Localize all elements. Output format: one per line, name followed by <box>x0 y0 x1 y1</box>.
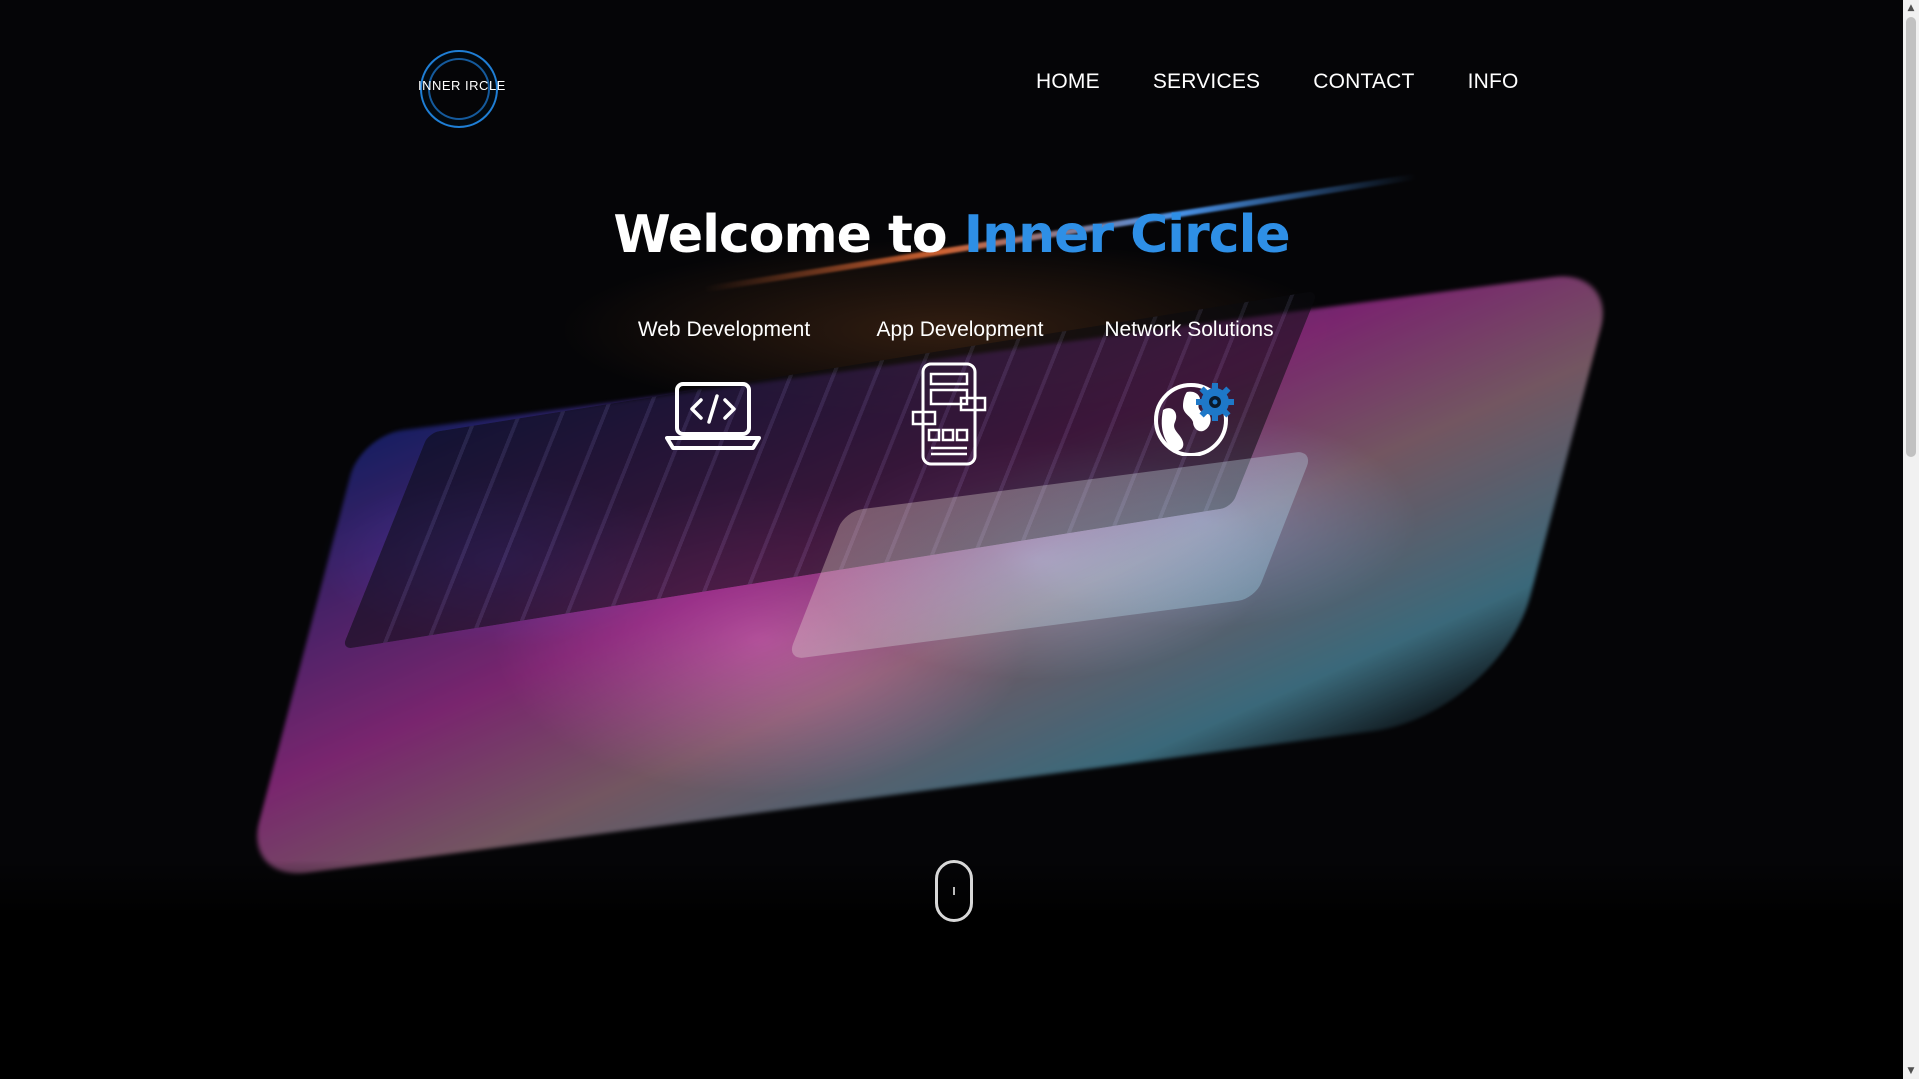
logo-text: INNER IRCLE <box>418 78 506 93</box>
scroll-down-arrow-icon[interactable]: ▼ <box>1903 1063 1919 1079</box>
scroll-down-mouse-icon[interactable] <box>935 860 973 922</box>
nav-home[interactable]: HOME <box>1036 70 1100 94</box>
service-web-development[interactable]: Web Development <box>629 318 819 342</box>
scroll-up-arrow-icon[interactable]: ▲ <box>1903 0 1919 16</box>
service-label: Network Solutions <box>1104 318 1274 341</box>
scrollbar-thumb[interactable] <box>1906 17 1916 457</box>
hero-title-accent: Inner Circle <box>963 205 1291 265</box>
app-wireframe-icon[interactable] <box>911 362 989 470</box>
scroll-wheel <box>953 887 955 895</box>
globe-gear-icon[interactable] <box>1153 380 1243 460</box>
laptop-code-icon[interactable] <box>665 382 761 456</box>
nav-info[interactable]: INFO <box>1468 70 1519 94</box>
page-viewport: INNER IRCLE HOME SERVICES CONTACT INFO W… <box>0 0 1903 1079</box>
service-app-development[interactable]: App Development <box>865 318 1055 342</box>
service-network-solutions[interactable]: Network Solutions <box>1099 318 1279 342</box>
services-row: Web Development App Development Network … <box>629 318 1279 478</box>
main-nav: HOME SERVICES CONTACT INFO <box>1036 70 1519 94</box>
hero-title-plain: Welcome to <box>613 205 947 265</box>
page-scrollbar[interactable]: ▲ ▼ <box>1903 0 1919 1079</box>
service-label: App Development <box>876 318 1044 341</box>
hero-title: Welcome to Inner Circle <box>0 205 1903 265</box>
service-label: Web Development <box>637 318 811 341</box>
site-logo[interactable]: INNER IRCLE <box>418 48 520 128</box>
nav-services[interactable]: SERVICES <box>1153 70 1260 94</box>
nav-contact[interactable]: CONTACT <box>1313 70 1414 94</box>
